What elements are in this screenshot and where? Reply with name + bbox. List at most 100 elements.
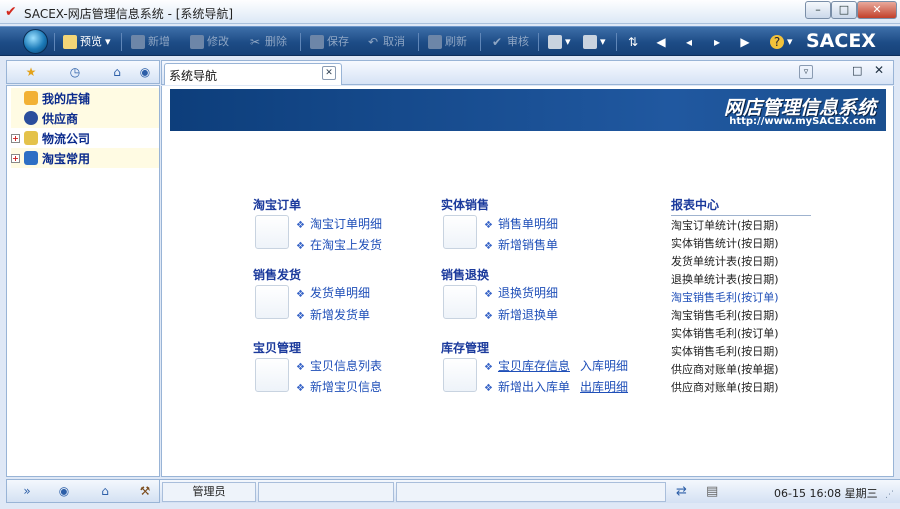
diamond-icon: ❖ xyxy=(484,311,493,322)
main-toolbar: 预览 ▾ 新增 修改 ✂ 删除 保存 ↶ 取消 刷新 ✔ 审核 ▾ ▾ ⇅ ◀ ◂ ▸ … xyxy=(0,26,900,56)
browser-tab-icon[interactable]: ◉ xyxy=(133,63,157,81)
tree-item-supplier[interactable]: 供应商 xyxy=(11,108,159,128)
expand-panel-icon[interactable]: » xyxy=(15,482,39,500)
tree-item-label: 淘宝常用 xyxy=(42,151,91,166)
document-tabs: 系统导航 ✕ ▿ □ ✕ xyxy=(161,60,894,85)
app-logo-icon: ✔ xyxy=(5,4,17,20)
notepad-icon[interactable]: ▤ xyxy=(706,484,718,499)
status-user: 管理员 xyxy=(162,482,256,502)
first-icon: ◀ xyxy=(656,35,666,49)
report-link[interactable]: 实体销售毛利(按订单) xyxy=(671,325,779,341)
start-menu-button[interactable] xyxy=(23,29,48,54)
home-icon[interactable]: ⌂ xyxy=(93,482,117,500)
restore-panel-icon[interactable]: □ xyxy=(852,64,862,77)
tree-item-logistics[interactable]: + 物流公司 xyxy=(11,128,159,148)
first-record-button[interactable]: ◀ xyxy=(654,33,668,51)
browser-icon[interactable]: ◉ xyxy=(52,482,76,500)
print-icon xyxy=(548,35,562,49)
close-tab-icon[interactable]: ✕ xyxy=(322,66,336,80)
report-link[interactable]: 供应商对账单(按单据) xyxy=(671,361,779,377)
close-button[interactable]: ✕ xyxy=(857,1,897,19)
print-button[interactable]: ▾ xyxy=(548,33,571,51)
diamond-icon: ❖ xyxy=(484,289,493,300)
edit-icon xyxy=(190,35,204,49)
link-ship-detail[interactable]: ❖ 发货单明细 xyxy=(296,284,370,301)
export-button[interactable]: ▾ xyxy=(583,33,606,51)
status-datetime: 06-15 16:08 星期三 xyxy=(774,487,878,500)
home-tab-icon[interactable]: ⌂ xyxy=(105,63,129,81)
section-title-sales-ship: 销售发货 xyxy=(253,268,302,282)
report-link[interactable]: 淘宝销售毛利(按订单) xyxy=(671,289,779,305)
tools-icon[interactable]: ⚒ xyxy=(133,482,157,500)
filter-button[interactable]: ⇅ xyxy=(626,33,640,51)
status-message xyxy=(396,482,666,502)
favorites-tab-icon[interactable]: ★ xyxy=(19,63,43,81)
expand-icon[interactable]: + xyxy=(11,153,20,163)
refresh-button[interactable]: 刷新 xyxy=(428,33,467,51)
link-item-list[interactable]: ❖ 宝贝信息列表 xyxy=(296,357,382,374)
edit-button[interactable]: 修改 xyxy=(190,33,229,51)
report-link[interactable]: 淘宝订单统计(按日期) xyxy=(671,217,779,233)
help-button[interactable]: ? ▾ xyxy=(770,33,793,51)
next-record-button[interactable]: ▸ xyxy=(710,33,724,51)
navigation-tree: 我的店铺 供应商 + 物流公司 + 淘宝常用 xyxy=(6,85,160,477)
prev-icon: ◂ xyxy=(685,35,693,49)
maximize-button[interactable]: □ xyxy=(831,1,857,19)
report-link[interactable]: 供应商对账单(按日期) xyxy=(671,379,779,395)
link-new-return[interactable]: ❖ 新增退换单 xyxy=(484,306,558,323)
tree-item-my-store[interactable]: 我的店铺 xyxy=(11,88,159,108)
minimize-button[interactable]: – xyxy=(805,1,831,19)
preview-button[interactable]: 预览 ▾ xyxy=(63,33,111,51)
filter-icon: ⇅ xyxy=(627,35,639,49)
close-panel-icon[interactable]: ✕ xyxy=(874,63,884,77)
link-new-sale[interactable]: ❖ 新增销售单 xyxy=(484,236,558,253)
tree-item-taobao-common[interactable]: + 淘宝常用 xyxy=(11,148,159,168)
save-button[interactable]: 保存 xyxy=(310,33,349,51)
report-link[interactable]: 发货单统计表(按日期) xyxy=(671,253,779,269)
last-record-button[interactable]: ▶ xyxy=(738,33,752,51)
link-new-stock-order[interactable]: ❖ 新增出入库单 xyxy=(484,378,570,395)
sync-icon[interactable]: ⇄ xyxy=(676,484,687,499)
history-tab-icon[interactable]: ◷ xyxy=(63,63,87,81)
link-new-ship[interactable]: ❖ 新增发货单 xyxy=(296,306,370,323)
link-ship-on-taobao[interactable]: ❖ 在淘宝上发货 xyxy=(296,236,382,253)
link-return-detail[interactable]: ❖ 退换货明细 xyxy=(484,284,558,301)
new-button[interactable]: 新增 xyxy=(131,33,170,51)
section-title-taobao-order: 淘宝订单 xyxy=(253,198,302,212)
report-link[interactable]: 淘宝销售毛利(按日期) xyxy=(671,307,779,323)
audit-button[interactable]: ✔ 审核 xyxy=(490,33,529,51)
toolbar-separator xyxy=(538,33,539,51)
report-link[interactable]: 实体销售统计(按日期) xyxy=(671,235,779,251)
status-bar: 管理员 ⇄ ▤ 06-15 16:08 星期三 ⋰ xyxy=(160,479,900,503)
prev-record-button[interactable]: ◂ xyxy=(682,33,696,51)
link-stock-info[interactable]: ❖ 宝贝库存信息 xyxy=(484,357,570,374)
navigation-content: 网店管理信息系统 http://www.mySACEX.com 淘宝订单 ❖ 淘宝… xyxy=(161,86,894,477)
link-new-item[interactable]: ❖ 新增宝贝信息 xyxy=(296,378,382,395)
help-icon: ? xyxy=(770,35,784,49)
report-link[interactable]: 退换单统计表(按日期) xyxy=(671,271,779,287)
save-icon xyxy=(310,35,324,49)
diamond-icon: ❖ xyxy=(296,241,305,252)
banner-url: http://www.mySACEX.com xyxy=(729,116,876,127)
diamond-icon: ❖ xyxy=(484,383,493,394)
resize-grip-icon[interactable]: ⋰ xyxy=(885,490,894,500)
diamond-icon: ❖ xyxy=(296,289,305,300)
cancel-button[interactable]: ↶ 取消 xyxy=(366,33,405,51)
link-sales-detail[interactable]: ❖ 销售单明细 xyxy=(484,215,558,232)
delete-button[interactable]: ✂ 删除 xyxy=(248,33,287,51)
link-taobao-order-detail[interactable]: ❖ 淘宝订单明细 xyxy=(296,215,382,232)
tab-label: 系统导航 xyxy=(169,69,218,83)
expand-icon[interactable]: + xyxy=(11,133,20,143)
supplier-icon xyxy=(24,111,38,125)
tab-system-nav[interactable]: 系统导航 ✕ xyxy=(164,63,342,85)
tab-list-icon[interactable]: ▿ xyxy=(799,65,813,79)
link-outbound-detail[interactable]: 出库明细 xyxy=(580,378,628,395)
preview-icon xyxy=(63,35,77,49)
link-inbound-detail[interactable]: 入库明细 xyxy=(580,357,628,374)
toolbar-separator xyxy=(480,33,481,51)
refresh-label: 刷新 xyxy=(445,35,467,48)
store-sales-icon xyxy=(443,215,477,249)
report-link[interactable]: 实体销售毛利(按日期) xyxy=(671,343,779,359)
diamond-icon: ❖ xyxy=(484,241,493,252)
refresh-icon xyxy=(428,35,442,49)
